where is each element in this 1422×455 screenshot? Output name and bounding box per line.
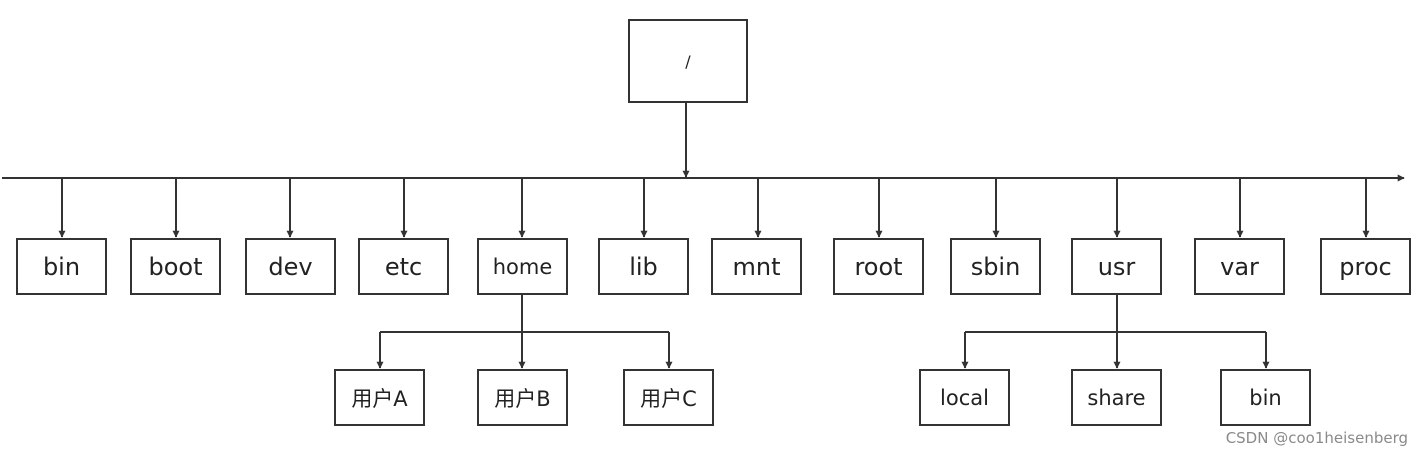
home-child-node-b: 用户B	[477, 369, 568, 426]
usr-child-label-bin: bin	[1249, 385, 1282, 410]
dir-node-var: var	[1194, 238, 1285, 295]
dir-label-dev: dev	[268, 252, 313, 281]
dir-label-boot: boot	[148, 252, 203, 281]
dir-label-home: home	[492, 254, 553, 279]
root-directory-label: /	[685, 51, 691, 71]
home-child-node-a: 用户A	[334, 369, 425, 426]
dir-node-proc: proc	[1320, 238, 1411, 295]
usr-child-label-local: local	[940, 385, 989, 410]
dir-label-root: root	[854, 252, 903, 281]
dir-node-boot: boot	[130, 238, 221, 295]
csdn-watermark: CSDN @coo1heisenberg	[1225, 429, 1408, 447]
usr-child-node-share: share	[1071, 369, 1162, 426]
dir-node-bin: bin	[16, 238, 107, 295]
home-child-label-b: 用户B	[494, 386, 551, 411]
dir-node-mnt: mnt	[711, 238, 802, 295]
dir-node-lib: lib	[598, 238, 689, 295]
dir-node-dev: dev	[245, 238, 336, 295]
dir-node-root: root	[833, 238, 924, 295]
dir-node-home: home	[477, 238, 568, 295]
home-child-node-c: 用户C	[623, 369, 714, 426]
dir-label-lib: lib	[629, 252, 658, 281]
dir-label-mnt: mnt	[732, 252, 781, 281]
dir-node-usr: usr	[1071, 238, 1162, 295]
dir-node-etc: etc	[358, 238, 449, 295]
usr-child-node-local: local	[919, 369, 1010, 426]
home-child-label-c: 用户C	[640, 386, 697, 411]
usr-child-label-share: share	[1087, 385, 1146, 410]
dir-label-etc: etc	[384, 252, 423, 281]
dir-label-var: var	[1220, 252, 1259, 281]
usr-child-node-bin: bin	[1220, 369, 1311, 426]
dir-label-proc: proc	[1339, 252, 1392, 281]
dir-node-sbin: sbin	[950, 238, 1041, 295]
home-child-label-a: 用户A	[351, 386, 408, 411]
dir-label-sbin: sbin	[970, 252, 1021, 281]
dir-label-bin: bin	[42, 252, 81, 281]
dir-label-usr: usr	[1097, 252, 1136, 281]
root-directory-node: /	[628, 19, 748, 103]
